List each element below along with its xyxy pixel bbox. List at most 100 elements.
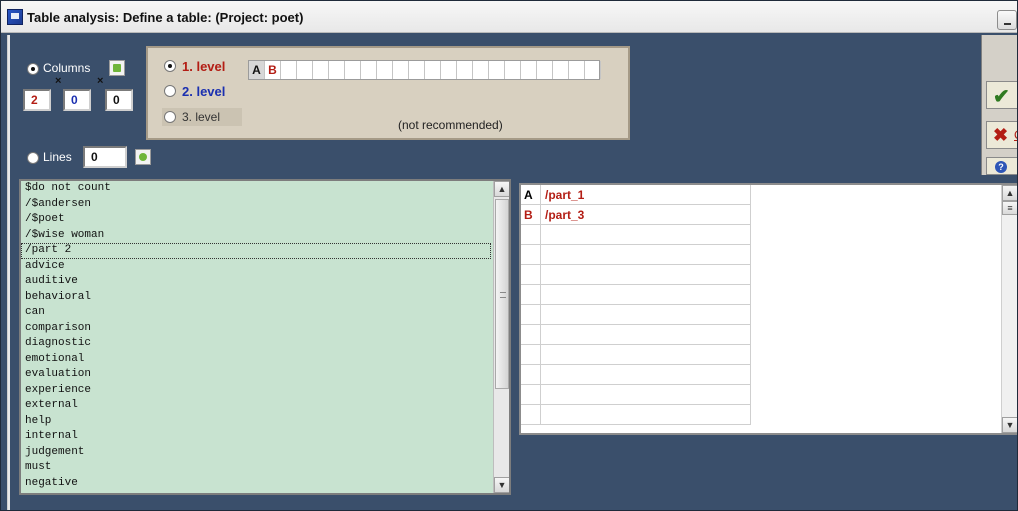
level-grid-cell[interactable]: [489, 61, 505, 79]
scroll-up-button[interactable]: ▲: [494, 181, 509, 197]
row-value[interactable]: [543, 285, 751, 305]
columns-radio[interactable]: [27, 63, 39, 75]
list-item[interactable]: $do not count: [21, 181, 509, 197]
list-item[interactable]: evaluation: [21, 367, 509, 383]
level-grid-cell[interactable]: [441, 61, 457, 79]
table-row[interactable]: [521, 265, 751, 285]
minimize-button[interactable]: [997, 10, 1017, 30]
row-value[interactable]: [543, 385, 751, 405]
level-grid-cell[interactable]: [473, 61, 489, 79]
row-value[interactable]: [543, 245, 751, 265]
row-value[interactable]: [543, 225, 751, 245]
list-item[interactable]: internal: [21, 429, 509, 445]
list-item[interactable]: /$andersen: [21, 197, 509, 213]
code-list[interactable]: $do not count /$andersen /$poet /$wise w…: [19, 179, 511, 495]
table-row[interactable]: [521, 285, 751, 305]
list-item[interactable]: experience: [21, 383, 509, 399]
level-grid-cell[interactable]: [361, 61, 377, 79]
lines-add-button[interactable]: [135, 149, 151, 165]
scroll-thumb[interactable]: ≡: [1002, 201, 1017, 215]
level-grid-cell[interactable]: [297, 61, 313, 79]
level-2-label: 2. level: [182, 84, 226, 99]
level-grid-cell[interactable]: [377, 61, 393, 79]
list-item[interactable]: /$wise woman: [21, 228, 509, 244]
multiply-symbol: ×: [55, 75, 62, 87]
lines-input[interactable]: 0: [83, 146, 127, 168]
level-3-radio[interactable]: [164, 111, 176, 123]
columns-level3-input[interactable]: 0: [105, 89, 133, 111]
help-button[interactable]: ?: [986, 157, 1017, 175]
window-border-strip: [7, 35, 10, 510]
table-row[interactable]: [521, 385, 751, 405]
level-grid-cell[interactable]: [537, 61, 553, 79]
level-grid-cell[interactable]: [521, 61, 537, 79]
list-item[interactable]: diagnostic: [21, 336, 509, 352]
row-value[interactable]: /part_3: [543, 205, 751, 225]
list-item[interactable]: negative: [21, 476, 509, 492]
list-item[interactable]: emotional: [21, 352, 509, 368]
level-grid-cell[interactable]: [329, 61, 345, 79]
ok-button[interactable]: ✔: [986, 81, 1017, 109]
table-row[interactable]: [521, 365, 751, 385]
scroll-up-button[interactable]: ▲: [1002, 185, 1017, 201]
level-grid-cell[interactable]: A: [249, 61, 265, 79]
scroll-down-button[interactable]: ▼: [494, 477, 509, 493]
row-value[interactable]: [543, 405, 751, 425]
code-list-scrollbar[interactable]: ▲ ▼: [493, 181, 509, 493]
level-grid-cell[interactable]: [505, 61, 521, 79]
table-definition-grid[interactable]: A /part_1 B /part_3 ▲ ≡ ▼: [519, 183, 1017, 435]
list-item[interactable]: /$poet: [21, 212, 509, 228]
list-item-selected[interactable]: /part 2: [21, 243, 491, 259]
columns-label: Columns: [43, 61, 91, 75]
list-item[interactable]: help: [21, 414, 509, 430]
lines-radio[interactable]: [27, 152, 39, 164]
level-grid-cell[interactable]: [393, 61, 409, 79]
table-row[interactable]: [521, 245, 751, 265]
list-item[interactable]: comparison: [21, 321, 509, 337]
list-item[interactable]: must: [21, 460, 509, 476]
list-item[interactable]: external: [21, 398, 509, 414]
level-grid-cell[interactable]: [569, 61, 585, 79]
scroll-thumb[interactable]: [495, 199, 509, 389]
table-row[interactable]: B /part_3: [521, 205, 751, 225]
cancel-button[interactable]: ✖ C: [986, 121, 1017, 149]
level-grid-cell[interactable]: B: [265, 61, 281, 79]
row-id: A: [521, 185, 541, 205]
row-value[interactable]: [543, 265, 751, 285]
table-scrollbar[interactable]: ▲ ≡ ▼: [1001, 185, 1017, 433]
scroll-grip-icon: [500, 292, 506, 298]
row-value[interactable]: /part_1: [543, 185, 751, 205]
row-id: [521, 345, 541, 365]
scroll-down-button[interactable]: ▼: [1002, 417, 1017, 433]
level-grid-cell[interactable]: [457, 61, 473, 79]
table-row[interactable]: A /part_1: [521, 185, 751, 205]
level-grid-cell[interactable]: [553, 61, 569, 79]
list-item[interactable]: behavioral: [21, 290, 509, 306]
list-item[interactable]: auditive: [21, 274, 509, 290]
level-grid-cell[interactable]: [585, 61, 601, 79]
table-row[interactable]: [521, 225, 751, 245]
level-grid-cell[interactable]: [313, 61, 329, 79]
list-item[interactable]: judgement: [21, 445, 509, 461]
level-grid-cell[interactable]: [345, 61, 361, 79]
table-row[interactable]: [521, 405, 751, 425]
level-1-radio[interactable]: [164, 60, 176, 72]
table-row[interactable]: [521, 345, 751, 365]
list-item[interactable]: advice: [21, 259, 509, 275]
row-value[interactable]: [543, 345, 751, 365]
columns-level2-input[interactable]: 0: [63, 89, 91, 111]
table-row[interactable]: [521, 325, 751, 345]
columns-add-button[interactable]: [109, 60, 125, 76]
table-row[interactable]: [521, 305, 751, 325]
level-grid-cell[interactable]: [281, 61, 297, 79]
level-2-radio[interactable]: [164, 85, 176, 97]
row-value[interactable]: [543, 325, 751, 345]
level-grid-cell[interactable]: [425, 61, 441, 79]
level-grid-cell[interactable]: [409, 61, 425, 79]
row-value[interactable]: [543, 365, 751, 385]
row-value[interactable]: [543, 305, 751, 325]
row-id: [521, 405, 541, 425]
level-1-label: 1. level: [182, 59, 226, 74]
columns-level1-input[interactable]: 2: [23, 89, 51, 111]
list-item[interactable]: can: [21, 305, 509, 321]
